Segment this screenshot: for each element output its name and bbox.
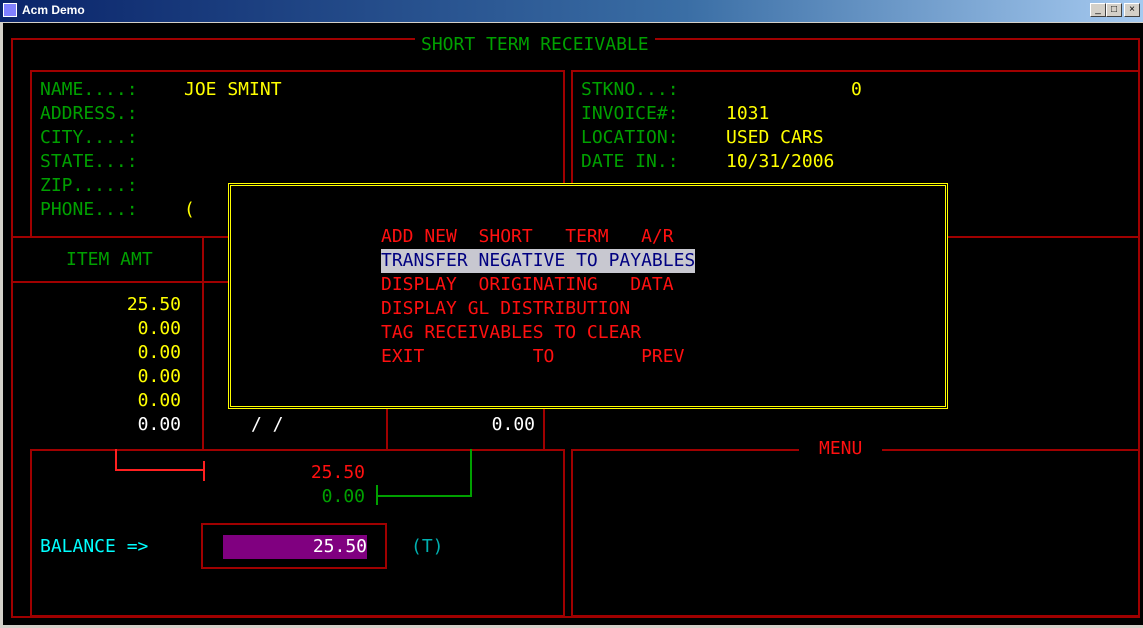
items-col-divider-1 <box>202 236 204 451</box>
invoice-value[interactable]: 1031 <box>726 102 769 126</box>
popup-item-transfer[interactable]: TRANSFER NEGATIVE TO PAYABLES <box>381 249 696 273</box>
phone-label: PHONE...: <box>40 199 138 220</box>
name-label: NAME....: <box>40 79 138 100</box>
payments-bracket-right <box>470 449 472 497</box>
balance-label: BALANCE => <box>40 536 149 557</box>
balance-flag: (T) <box>411 536 444 557</box>
item-total[interactable]: 0.00 <box>443 413 535 437</box>
screen-title: SHORT TERM RECEIVABLE <box>415 33 655 57</box>
stkno-value[interactable]: 0 <box>851 78 862 102</box>
payments-bracket <box>378 495 472 497</box>
charges-bracket-left <box>115 449 117 471</box>
date-label: DATE IN.: <box>581 151 679 172</box>
minimize-button[interactable]: _ <box>1090 3 1106 17</box>
close-button[interactable]: × <box>1124 3 1140 17</box>
stkno-label: STKNO...: <box>581 79 679 100</box>
window-title: Acm Demo <box>22 3 85 17</box>
app-window: Acm Demo _ □ × SHORT TERM RECEIVABLE NAM… <box>0 0 1143 628</box>
menu-title: MENU <box>799 437 883 461</box>
city-label: CITY....: <box>40 127 138 148</box>
customer-name[interactable]: JOE SMINT <box>184 78 282 102</box>
location-value[interactable]: USED CARS <box>726 126 824 150</box>
state-label: STATE...: <box>40 151 138 172</box>
address-label: ADDRESS.: <box>40 103 138 124</box>
phone-value[interactable]: ( <box>184 198 195 222</box>
payments-total: 0.00 <box>321 486 365 507</box>
item-amount[interactable]: 0.00 <box>83 413 181 437</box>
maximize-button[interactable]: □ <box>1106 3 1122 17</box>
terminal-screen: SHORT TERM RECEIVABLE NAME....: JOE SMIN… <box>3 23 1143 625</box>
item-amount[interactable]: 0.00 <box>83 341 181 365</box>
item-amt-header: ITEM AMT <box>66 249 153 270</box>
location-label: LOCATION: <box>581 127 679 148</box>
popup-item-tag[interactable]: TAG RECEIVABLES TO CLEAR <box>381 321 641 345</box>
charges-total: 25.50 <box>310 462 365 483</box>
app-icon <box>3 3 17 17</box>
title-bar[interactable]: Acm Demo _ □ × <box>0 0 1143 22</box>
zip-label: ZIP.....: <box>40 175 138 196</box>
popup-item-display-gl[interactable]: DISPLAY GL DISTRIBUTION <box>381 297 630 321</box>
item-amount[interactable]: 0.00 <box>83 389 181 413</box>
menu-box <box>571 449 1140 617</box>
charges-bracket-tick <box>203 461 205 481</box>
popup-item-exit[interactable]: EXIT TO PREV <box>381 345 684 369</box>
item-amount[interactable]: 0.00 <box>83 365 181 389</box>
date-value[interactable]: 10/31/2006 <box>726 150 834 174</box>
charges-bracket <box>115 469 205 471</box>
popup-item-display-originating[interactable]: DISPLAY ORIGINATING DATA <box>381 273 674 297</box>
balance-value[interactable]: 25.50 <box>223 535 367 559</box>
payments-bracket-tick <box>376 485 378 505</box>
invoice-label: INVOICE#: <box>581 103 679 124</box>
item-amount[interactable]: 0.00 <box>83 317 181 341</box>
item-amount[interactable]: 25.50 <box>83 293 181 317</box>
item-date[interactable]: / / <box>251 413 284 437</box>
popup-item-add[interactable]: ADD NEW SHORT TERM A/R <box>381 225 674 249</box>
